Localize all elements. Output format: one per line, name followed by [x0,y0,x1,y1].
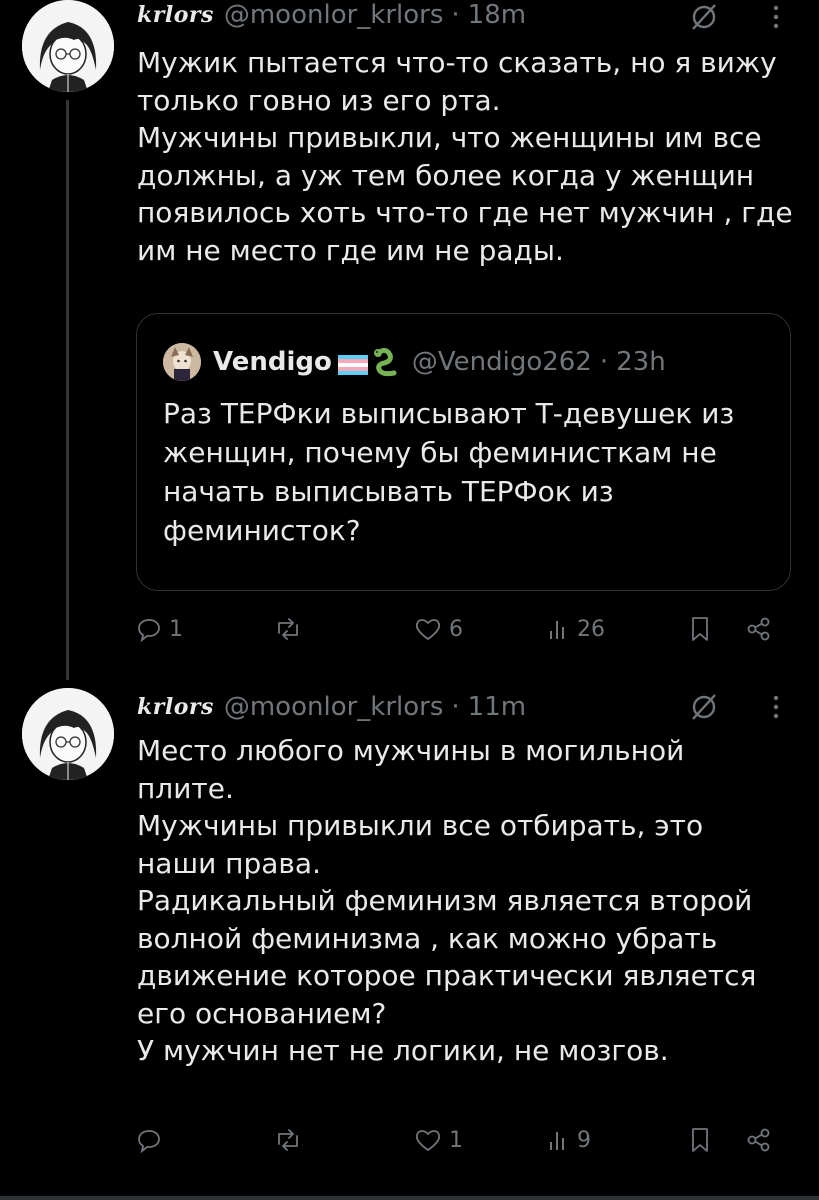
quote-avatar-drawing-icon [163,343,201,381]
slash-circle-icon[interactable] [686,690,722,724]
action-bar: 1 6 26 [135,609,775,649]
quote-header: Vendigo @Vendigo262 · 23h [163,342,666,382]
text-line: наши права. [137,846,321,880]
tweet-1[interactable]: krlors @moonlor_krlors · 18m Мужик пытае… [0,0,819,680]
text-line: должны, а уж тем более когда у женщин [137,158,755,192]
slash-circle-icon[interactable] [686,0,722,34]
like-icon [415,1130,441,1152]
repost-icon [278,1129,298,1151]
text-line: феминисток? [163,514,361,547]
text-line: плите. [137,771,234,805]
avatar-drawing-icon [22,0,114,92]
quote-avatar[interactable] [163,343,201,381]
avatar[interactable] [22,688,114,780]
separator-dot: · [451,0,460,30]
text-line: им не место где им не рады. [137,233,564,267]
bookmark-icon [692,1128,708,1152]
like-icon [415,619,441,641]
text-line: Место любого мужчины в могильной [137,734,685,767]
quote-display-name[interactable]: Vendigo [213,347,332,377]
repost-button[interactable] [273,1120,309,1160]
bookmark-button[interactable] [687,609,713,649]
action-bar: 1 9 [135,1120,775,1160]
views-button[interactable]: 9 [547,1120,591,1160]
tweet-text: Место любого мужчины в могильной плите. … [137,732,797,1070]
separator-dot: · [599,347,609,377]
timestamp[interactable]: 11m [468,692,526,722]
text-line: Мужчины привыкли все отбирать, это [137,809,704,842]
avatar[interactable] [22,0,114,92]
views-count: 9 [577,1127,591,1153]
text-line: начать выписывать ТЕРФок из [163,475,614,508]
tweet-header: krlors @moonlor_krlors · 18m [137,0,526,32]
reply-icon [138,1130,160,1154]
repost-icon [278,618,298,640]
like-button[interactable]: 1 [413,1120,463,1160]
thread-line [66,100,69,680]
text-line: движение которое практически является [137,959,757,992]
share-icon [747,617,770,641]
snake-icon [372,347,398,377]
text-line: Мужик пытается что-то сказать, но я вижу [137,46,777,79]
views-button[interactable]: 26 [547,609,605,649]
timestamp[interactable]: 18m [468,0,526,30]
text-line: Радикальный феминизм является второй [137,884,753,917]
more-icon[interactable] [764,0,788,34]
trans-flag-icon [337,352,368,375]
tweet-header: krlors @moonlor_krlors · 11m [137,690,526,724]
reply-button[interactable] [135,1120,169,1160]
bookmark-button[interactable] [687,1120,713,1160]
text-line: волной феминизма , как можно убрать [137,921,718,955]
text-line: Раз ТЕРФки выписывают Т-девушек из [163,397,735,430]
display-name[interactable]: krlors [137,2,214,28]
tweet-text: Мужик пытается что-то сказать, но я вижу… [137,44,797,269]
reply-count: 1 [169,616,183,642]
views-icon [550,621,564,639]
avatar-drawing-icon [22,688,114,780]
quote-timestamp[interactable]: 23h [616,347,666,377]
views-icon [550,1132,564,1150]
text-line: У мужчин нет не логики, не мозгов. [137,1034,669,1067]
text-line: только говно из его рта. [137,83,501,117]
repost-button[interactable] [273,609,309,649]
bookmark-icon [692,617,708,641]
share-icon [747,1128,770,1152]
quoted-tweet[interactable]: Vendigo @Vendigo262 · 23h Раз ТЕРФки вып… [136,313,791,591]
share-button[interactable] [745,609,773,649]
display-name[interactable]: krlors [137,694,214,720]
views-count: 26 [577,616,605,642]
like-count: 6 [449,616,463,642]
user-handle[interactable]: @moonlor_krlors [224,692,444,722]
tweet-2[interactable]: krlors @moonlor_krlors · 11m Место любог… [0,680,819,1196]
like-count: 1 [449,1127,463,1153]
text-line: женщин, почему бы феминисткам не [163,436,717,469]
more-icon[interactable] [764,690,788,724]
reply-button[interactable]: 1 [135,609,183,649]
divider [0,1196,819,1200]
quote-handle[interactable]: @Vendigo262 [412,347,592,377]
separator-dot: · [451,692,460,722]
user-handle[interactable]: @moonlor_krlors [224,0,444,30]
like-button[interactable]: 6 [413,609,463,649]
reply-icon [138,619,160,643]
share-button[interactable] [745,1120,773,1160]
quote-text: Раз ТЕРФки выписывают Т-девушек из женщи… [163,394,763,550]
text-line: появилось хоть что-то где нет мужчин , г… [137,196,793,229]
text-line: его основанием? [137,996,387,1030]
text-line: Мужчины привыкли, что женщины им все [137,121,762,154]
